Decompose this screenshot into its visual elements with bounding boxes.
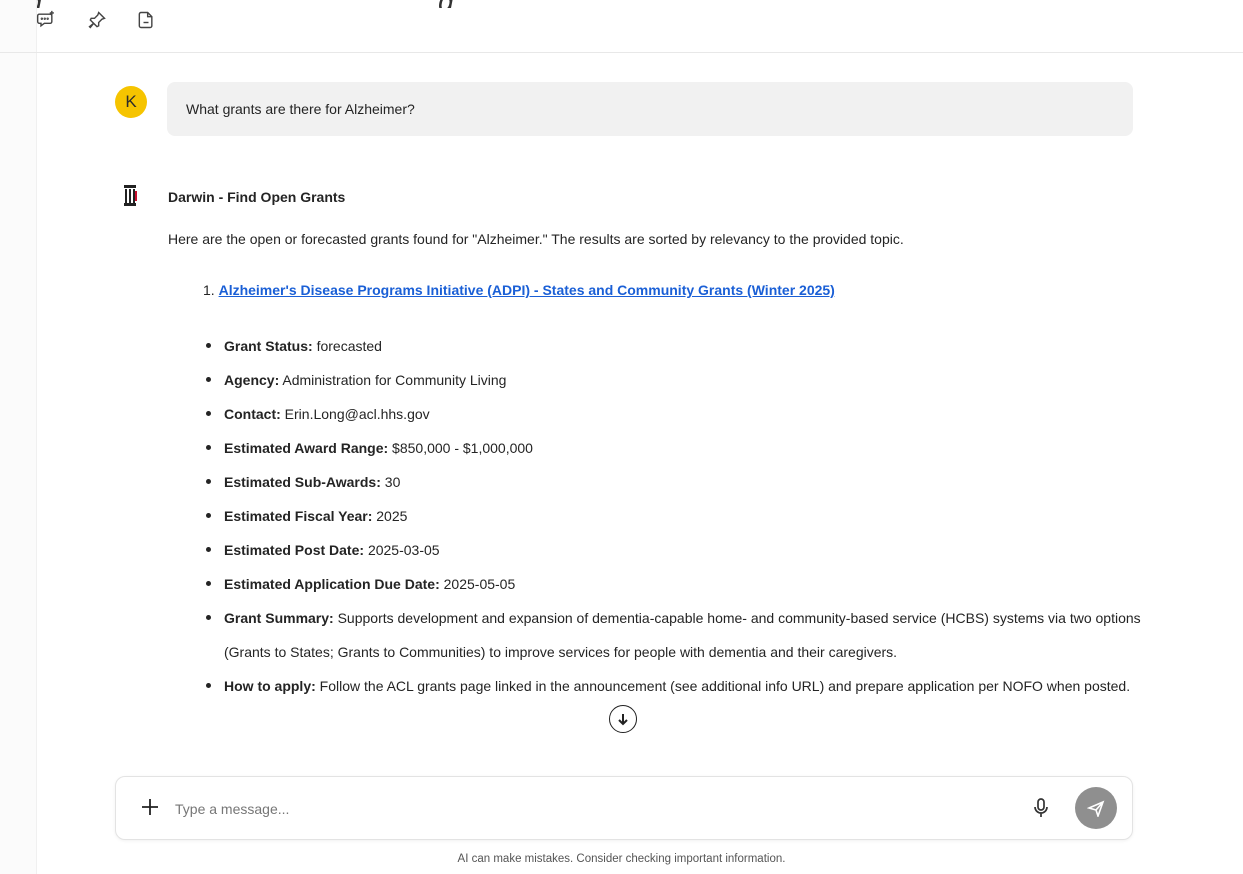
detail-value: $850,000 - $1,000,000 bbox=[392, 440, 533, 456]
pin-icon[interactable] bbox=[85, 8, 109, 32]
detail-label: Contact: bbox=[224, 406, 281, 422]
top-toolbar bbox=[0, 0, 1243, 53]
add-attachment-button[interactable] bbox=[138, 795, 162, 819]
detail-value: 2025-03-05 bbox=[367, 542, 440, 558]
result-details-list: Grant Status: forecasted Agency: Adminis… bbox=[202, 329, 1142, 703]
detail-grant-status: Grant Status: forecasted bbox=[202, 329, 1142, 363]
message-input[interactable] bbox=[173, 797, 997, 821]
plus-icon bbox=[142, 799, 158, 815]
detail-label: Estimated Award Range: bbox=[224, 440, 389, 456]
detail-value: Follow the ACL grants page linked in the… bbox=[319, 678, 1131, 694]
detail-value: Administration for Community Living bbox=[282, 372, 507, 388]
detail-post-date: Estimated Post Date: 2025-03-05 bbox=[202, 533, 1142, 567]
assistant-intro: Here are the open or forecasted grants f… bbox=[168, 231, 904, 247]
detail-value: forecasted bbox=[316, 338, 382, 354]
detail-label: Estimated Application Due Date: bbox=[224, 576, 440, 592]
chat-add-icon[interactable] bbox=[34, 8, 58, 32]
user-avatar: K bbox=[115, 86, 147, 118]
detail-value: 2025 bbox=[376, 508, 408, 524]
assistant-logo-icon bbox=[122, 183, 140, 209]
sidebar-edge bbox=[0, 0, 37, 874]
user-message-bubble: What grants are there for Alzheimer? bbox=[167, 82, 1133, 136]
message-composer bbox=[115, 776, 1133, 840]
result-title-link[interactable]: Alzheimer's Disease Programs Initiative … bbox=[219, 282, 835, 298]
result-item: 1. Alzheimer's Disease Programs Initiati… bbox=[203, 282, 835, 298]
detail-label: Estimated Sub-Awards: bbox=[224, 474, 381, 490]
detail-sub-awards: Estimated Sub-Awards: 30 bbox=[202, 465, 1142, 499]
detail-how-to-apply: How to apply: Follow the ACL grants page… bbox=[202, 669, 1142, 703]
scroll-to-bottom-button[interactable] bbox=[609, 705, 637, 733]
send-icon bbox=[1087, 800, 1105, 817]
assistant-name: Darwin - Find Open Grants bbox=[168, 189, 346, 205]
detail-agency: Agency: Administration for Community Liv… bbox=[202, 363, 1142, 397]
detail-contact: Contact: Erin.Long@acl.hhs.gov bbox=[202, 397, 1142, 431]
detail-label: Grant Summary: bbox=[224, 610, 334, 626]
detail-value: Erin.Long@acl.hhs.gov bbox=[284, 406, 430, 422]
export-document-icon[interactable] bbox=[134, 8, 158, 32]
detail-value: Supports development and expansion of de… bbox=[224, 610, 1141, 660]
disclaimer-text: AI can make mistakes. Consider checking … bbox=[457, 853, 786, 865]
detail-value: 2025-05-05 bbox=[443, 576, 516, 592]
detail-label: Estimated Fiscal Year: bbox=[224, 508, 373, 524]
microphone-icon bbox=[1034, 798, 1048, 817]
detail-summary: Grant Summary: Supports development and … bbox=[202, 601, 1142, 669]
user-message-text: What grants are there for Alzheimer? bbox=[186, 101, 415, 117]
detail-label: Estimated Post Date: bbox=[224, 542, 365, 558]
detail-label: Grant Status: bbox=[224, 338, 313, 354]
send-button[interactable] bbox=[1075, 787, 1117, 829]
detail-award-range: Estimated Award Range: $850,000 - $1,000… bbox=[202, 431, 1142, 465]
detail-due-date: Estimated Application Due Date: 2025-05-… bbox=[202, 567, 1142, 601]
result-number: 1. bbox=[203, 282, 215, 298]
detail-fiscal-year: Estimated Fiscal Year: 2025 bbox=[202, 499, 1142, 533]
detail-label: Agency: bbox=[224, 372, 280, 388]
detail-label: How to apply: bbox=[224, 678, 316, 694]
detail-value: 30 bbox=[384, 474, 401, 490]
arrow-down-icon bbox=[618, 714, 628, 726]
microphone-button[interactable] bbox=[1031, 797, 1051, 819]
